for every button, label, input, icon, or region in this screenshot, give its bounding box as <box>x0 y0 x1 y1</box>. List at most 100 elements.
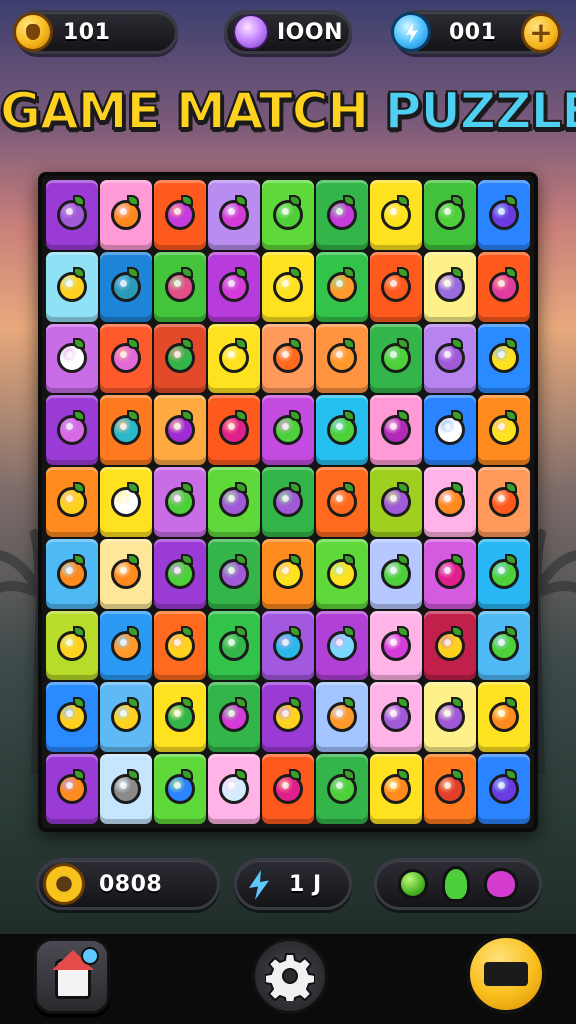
board-tile[interactable] <box>46 754 98 824</box>
board-tile[interactable] <box>100 323 152 394</box>
board-tile[interactable] <box>370 323 422 394</box>
board-tile[interactable] <box>370 251 422 322</box>
board-tile[interactable] <box>46 682 98 753</box>
board-tile[interactable] <box>262 682 314 753</box>
fruit-icon <box>489 553 519 589</box>
board-tile[interactable] <box>100 538 152 609</box>
board-tile[interactable] <box>316 251 368 322</box>
board-tile[interactable] <box>100 754 152 824</box>
board-tile[interactable] <box>424 754 476 824</box>
board-tile[interactable] <box>100 180 152 250</box>
board-tile[interactable] <box>478 180 530 250</box>
board-tile[interactable] <box>154 682 206 753</box>
board-tile[interactable] <box>46 538 98 609</box>
fruit-icon <box>327 481 357 517</box>
board-tile[interactable] <box>478 682 530 753</box>
board-tile[interactable] <box>46 610 98 681</box>
fruit-icon <box>111 194 141 230</box>
board-tile[interactable] <box>424 180 476 250</box>
home-button[interactable] <box>34 938 110 1014</box>
board-tile[interactable] <box>154 251 206 322</box>
board-tile[interactable] <box>46 323 98 394</box>
add-energy-button[interactable]: + <box>521 13 561 53</box>
board-tile[interactable] <box>208 180 260 250</box>
board-tile[interactable] <box>208 538 260 609</box>
board-tile[interactable] <box>316 682 368 753</box>
gem-count: IOON <box>277 19 344 45</box>
board-tile[interactable] <box>262 251 314 322</box>
fruit-icon <box>219 697 249 733</box>
board-tile[interactable] <box>316 323 368 394</box>
board-tile[interactable] <box>262 395 314 466</box>
fruit-icon <box>489 194 519 230</box>
board-tile[interactable] <box>424 467 476 537</box>
play-icon <box>484 962 528 986</box>
board-tile[interactable] <box>262 323 314 394</box>
board-tile[interactable] <box>154 754 206 824</box>
board-tile[interactable] <box>424 251 476 322</box>
board-tile[interactable] <box>478 323 530 394</box>
board-tile[interactable] <box>424 682 476 753</box>
board-tile[interactable] <box>478 610 530 681</box>
board-tile[interactable] <box>100 395 152 466</box>
board-tile[interactable] <box>208 323 260 394</box>
board-tile[interactable] <box>370 395 422 466</box>
board-tile[interactable] <box>316 467 368 537</box>
board-tile[interactable] <box>316 180 368 250</box>
board-tile[interactable] <box>46 467 98 537</box>
board-tile[interactable] <box>316 754 368 824</box>
board-tile[interactable] <box>100 251 152 322</box>
notification-dot <box>81 947 99 965</box>
fruit-icon <box>273 338 303 374</box>
board-tile[interactable] <box>208 754 260 824</box>
board-tile[interactable] <box>154 467 206 537</box>
board-tile[interactable] <box>208 467 260 537</box>
board-tile[interactable] <box>262 754 314 824</box>
board-tile[interactable] <box>208 251 260 322</box>
board-tile[interactable] <box>46 180 98 250</box>
board-tile[interactable] <box>424 538 476 609</box>
board-tile[interactable] <box>370 538 422 609</box>
board-tile[interactable] <box>424 395 476 466</box>
board-tile[interactable] <box>478 754 530 824</box>
board-tile[interactable] <box>46 251 98 322</box>
board-tile[interactable] <box>100 682 152 753</box>
board-tile[interactable] <box>370 610 422 681</box>
board-tile[interactable] <box>478 467 530 537</box>
fruit-icon <box>57 266 87 302</box>
board-tile[interactable] <box>370 682 422 753</box>
board-tile[interactable] <box>424 610 476 681</box>
board-tile[interactable] <box>100 467 152 537</box>
settings-button[interactable] <box>252 938 328 1014</box>
board-tile[interactable] <box>154 323 206 394</box>
play-button[interactable] <box>466 934 546 1014</box>
board-tile[interactable] <box>370 467 422 537</box>
board-tile[interactable] <box>478 251 530 322</box>
board-tile[interactable] <box>154 395 206 466</box>
board-tile[interactable] <box>262 610 314 681</box>
board-tile[interactable] <box>316 538 368 609</box>
fruit-icon <box>435 338 465 374</box>
board-tile[interactable] <box>208 395 260 466</box>
board-tile[interactable] <box>208 610 260 681</box>
board-tile[interactable] <box>424 323 476 394</box>
board-tile[interactable] <box>262 538 314 609</box>
board-tile[interactable] <box>208 682 260 753</box>
board-tile[interactable] <box>316 610 368 681</box>
board-tile[interactable] <box>154 538 206 609</box>
energy-count: 001 <box>449 19 497 45</box>
board-tile[interactable] <box>262 180 314 250</box>
board-tile[interactable] <box>154 180 206 250</box>
board-tile[interactable] <box>478 395 530 466</box>
fruit-icon <box>435 410 465 446</box>
fruit-icon <box>165 697 195 733</box>
board-tile[interactable] <box>46 395 98 466</box>
board-tile[interactable] <box>478 538 530 609</box>
board-tile[interactable] <box>100 610 152 681</box>
moves-value: 1 J <box>289 871 322 897</box>
board-tile[interactable] <box>316 395 368 466</box>
board-tile[interactable] <box>262 467 314 537</box>
board-tile[interactable] <box>154 610 206 681</box>
board-tile[interactable] <box>370 180 422 250</box>
board-tile[interactable] <box>370 754 422 824</box>
